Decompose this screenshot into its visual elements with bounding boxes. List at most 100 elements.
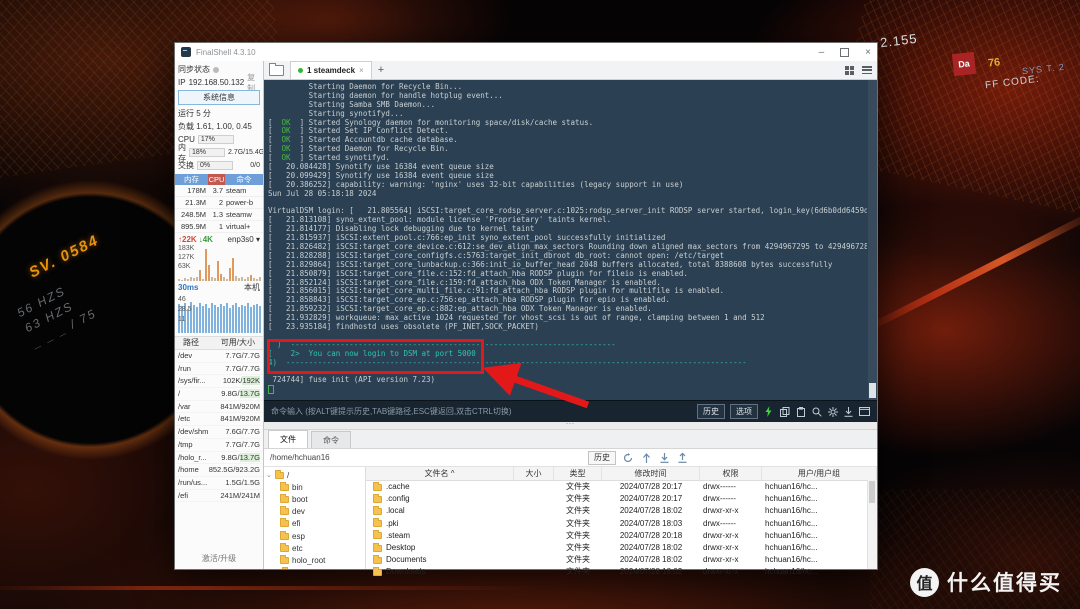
- filesystem-row[interactable]: /home852.5G/923.2G: [175, 464, 263, 477]
- title-bar[interactable]: FinalShell 4.3.10 – ×: [175, 43, 877, 61]
- ping-chart: 46 28.5 11: [177, 293, 261, 333]
- parent-directory-icon[interactable]: [640, 452, 652, 464]
- refresh-icon[interactable]: [622, 452, 634, 464]
- minimize-button[interactable]: –: [819, 47, 825, 58]
- tab-files[interactable]: 文件: [268, 430, 308, 448]
- file-row[interactable]: .cache文件夹2024/07/28 20:17drwx------hchua…: [366, 481, 877, 493]
- fs-col-size[interactable]: 可用/大小: [221, 337, 255, 349]
- chart-bar: [217, 261, 219, 281]
- terminal-scrollbar[interactable]: [868, 80, 877, 400]
- process-row[interactable]: 895.9M1virtual+: [175, 221, 263, 233]
- layout-grid-icon[interactable]: [845, 66, 854, 75]
- maximize-button[interactable]: [840, 48, 849, 57]
- col-type[interactable]: 类型: [554, 467, 602, 480]
- open-folder-icon[interactable]: [269, 65, 284, 76]
- filesystem-row[interactable]: /efi241M/241M: [175, 490, 263, 503]
- filesystem-row[interactable]: /run/us...1.5G/1.5G: [175, 477, 263, 490]
- net-y-label: 183K: [178, 245, 194, 253]
- tree-item-etc[interactable]: etc: [264, 542, 365, 554]
- file-row[interactable]: .pki文件夹2024/07/28 18:03drwx------hchuan1…: [366, 518, 877, 530]
- swap-detail: 0/0: [250, 162, 260, 169]
- command-input-placeholder[interactable]: 命令输入 (按ALT键提示历史,TAB键路径,ESC键返回,双击CTRL切换): [271, 406, 692, 417]
- current-path[interactable]: /home/hchuan16: [270, 453, 582, 462]
- terminal-output[interactable]: Starting Daemon for Recycle Bin... Start…: [264, 80, 877, 400]
- system-info-button[interactable]: 系统信息: [178, 90, 260, 105]
- path-toolbar: /home/hchuan16 历史: [264, 449, 877, 467]
- tab-commands[interactable]: 命令: [311, 431, 351, 448]
- tree-item-bin[interactable]: bin: [264, 481, 365, 493]
- terminal-scrollbar-thumb[interactable]: [869, 383, 876, 398]
- history-button[interactable]: 历史: [697, 404, 725, 419]
- paste-icon[interactable]: [795, 406, 806, 417]
- tab-close-icon[interactable]: ×: [359, 66, 364, 75]
- file-row[interactable]: Desktop文件夹2024/07/28 18:02drwxr-xr-xhchu…: [366, 542, 877, 554]
- file-row[interactable]: Downloads文件夹2024/07/28 18:02drwxr-xr-xhc…: [366, 566, 877, 578]
- filesystem-row[interactable]: /var841M/920M: [175, 401, 263, 414]
- process-col-cmd[interactable]: 命令: [225, 174, 263, 185]
- tree-item-holo_root[interactable]: holo_root: [264, 554, 365, 566]
- tab-steamdeck[interactable]: 1 steamdeck ×: [290, 61, 372, 79]
- terminal-line: [268, 199, 867, 208]
- filesystem-row[interactable]: /9.8G/13.7G: [175, 388, 263, 401]
- file-row[interactable]: .steam文件夹2024/07/28 20:18drwxr-xr-xhchua…: [366, 530, 877, 542]
- col-size[interactable]: 大小: [514, 467, 554, 480]
- window-mode-icon[interactable]: [859, 406, 870, 417]
- file-row[interactable]: Documents文件夹2024/07/28 18:02drwxr-xr-xhc…: [366, 554, 877, 566]
- chart-bar: [238, 278, 240, 281]
- filesystem-row[interactable]: /holo_r...9.8G/13.7G: [175, 452, 263, 465]
- hamburger-menu-icon[interactable]: [862, 66, 872, 74]
- search-icon[interactable]: [811, 406, 822, 417]
- directory-tree: ⌄/binbootdevefiespetcholo_root⌄home: [264, 467, 366, 569]
- filesystem-row[interactable]: /run7.7G/7.7G: [175, 363, 263, 376]
- file-list-scrollbar-thumb[interactable]: [869, 481, 875, 503]
- col-modified[interactable]: 修改时间: [602, 467, 700, 480]
- folder-icon: [280, 533, 289, 540]
- tree-item-esp[interactable]: esp: [264, 530, 365, 542]
- tree-item-efi[interactable]: efi: [264, 518, 365, 530]
- filesystem-row[interactable]: /etc841M/920M: [175, 413, 263, 426]
- lightning-icon[interactable]: [763, 406, 774, 417]
- file-list-scrollbar[interactable]: [867, 480, 877, 569]
- terminal-line: [ OK ] Started Set IP Conflict Detect.: [268, 127, 867, 136]
- col-filename[interactable]: 文件名 ^: [366, 467, 514, 480]
- process-col-cpu[interactable]: CPU: [208, 174, 225, 185]
- col-perms[interactable]: 权限: [700, 467, 762, 480]
- tree-item-dev[interactable]: dev: [264, 506, 365, 518]
- download-icon[interactable]: [843, 406, 854, 417]
- close-button[interactable]: ×: [865, 47, 871, 58]
- download-file-icon[interactable]: [658, 452, 670, 464]
- copy-icon[interactable]: [779, 406, 790, 417]
- chart-bar: [211, 303, 213, 333]
- connected-dot-icon: [298, 68, 303, 73]
- process-row[interactable]: 248.5M1.3steamw: [175, 209, 263, 221]
- panel-splitter-handle[interactable]: ⋯: [264, 422, 877, 430]
- tree-item-boot[interactable]: boot: [264, 493, 365, 505]
- gear-icon[interactable]: [827, 406, 838, 417]
- chart-bar: [226, 279, 228, 281]
- ping-host[interactable]: 本机: [244, 282, 260, 293]
- interface-select[interactable]: enp3s0 ▾: [228, 235, 261, 244]
- file-row[interactable]: .local文件夹2024/07/28 18:02drwxr-xr-xhchua…: [366, 505, 877, 517]
- upload-file-icon[interactable]: [676, 452, 688, 464]
- col-owner[interactable]: 用户/用户组: [762, 467, 877, 480]
- options-button[interactable]: 选项: [730, 404, 758, 419]
- filesystem-row[interactable]: /dev7.7G/7.7G: [175, 350, 263, 363]
- tree-expand-icon[interactable]: ⌄: [266, 471, 272, 479]
- tree-item-root[interactable]: ⌄/: [264, 469, 365, 481]
- filesystem-row[interactable]: /sys/fir...102K/192K: [175, 375, 263, 388]
- new-tab-button[interactable]: +: [378, 64, 384, 76]
- file-row[interactable]: .config文件夹2024/07/28 20:17drwx------hchu…: [366, 493, 877, 505]
- chart-bar: [178, 279, 180, 281]
- filesystem-table: 路径 可用/大小 /dev7.7G/7.7G/run7.7G/7.7G/sys/…: [175, 336, 263, 502]
- chart-bar: [247, 277, 249, 281]
- process-row[interactable]: 21.3M2power-b: [175, 197, 263, 209]
- tree-item-home[interactable]: ⌄home: [264, 567, 365, 570]
- activate-upgrade-link[interactable]: 激活/升级: [175, 553, 263, 569]
- process-row[interactable]: 178M3.7steam: [175, 185, 263, 197]
- chart-bar: [241, 277, 243, 281]
- path-history-button[interactable]: 历史: [588, 451, 616, 465]
- filesystem-row[interactable]: /dev/shm7.6G/7.7G: [175, 426, 263, 439]
- process-col-mem[interactable]: 内存: [175, 174, 208, 185]
- filesystem-row[interactable]: /tmp7.7G/7.7G: [175, 439, 263, 452]
- fs-col-path[interactable]: 路径: [183, 337, 199, 349]
